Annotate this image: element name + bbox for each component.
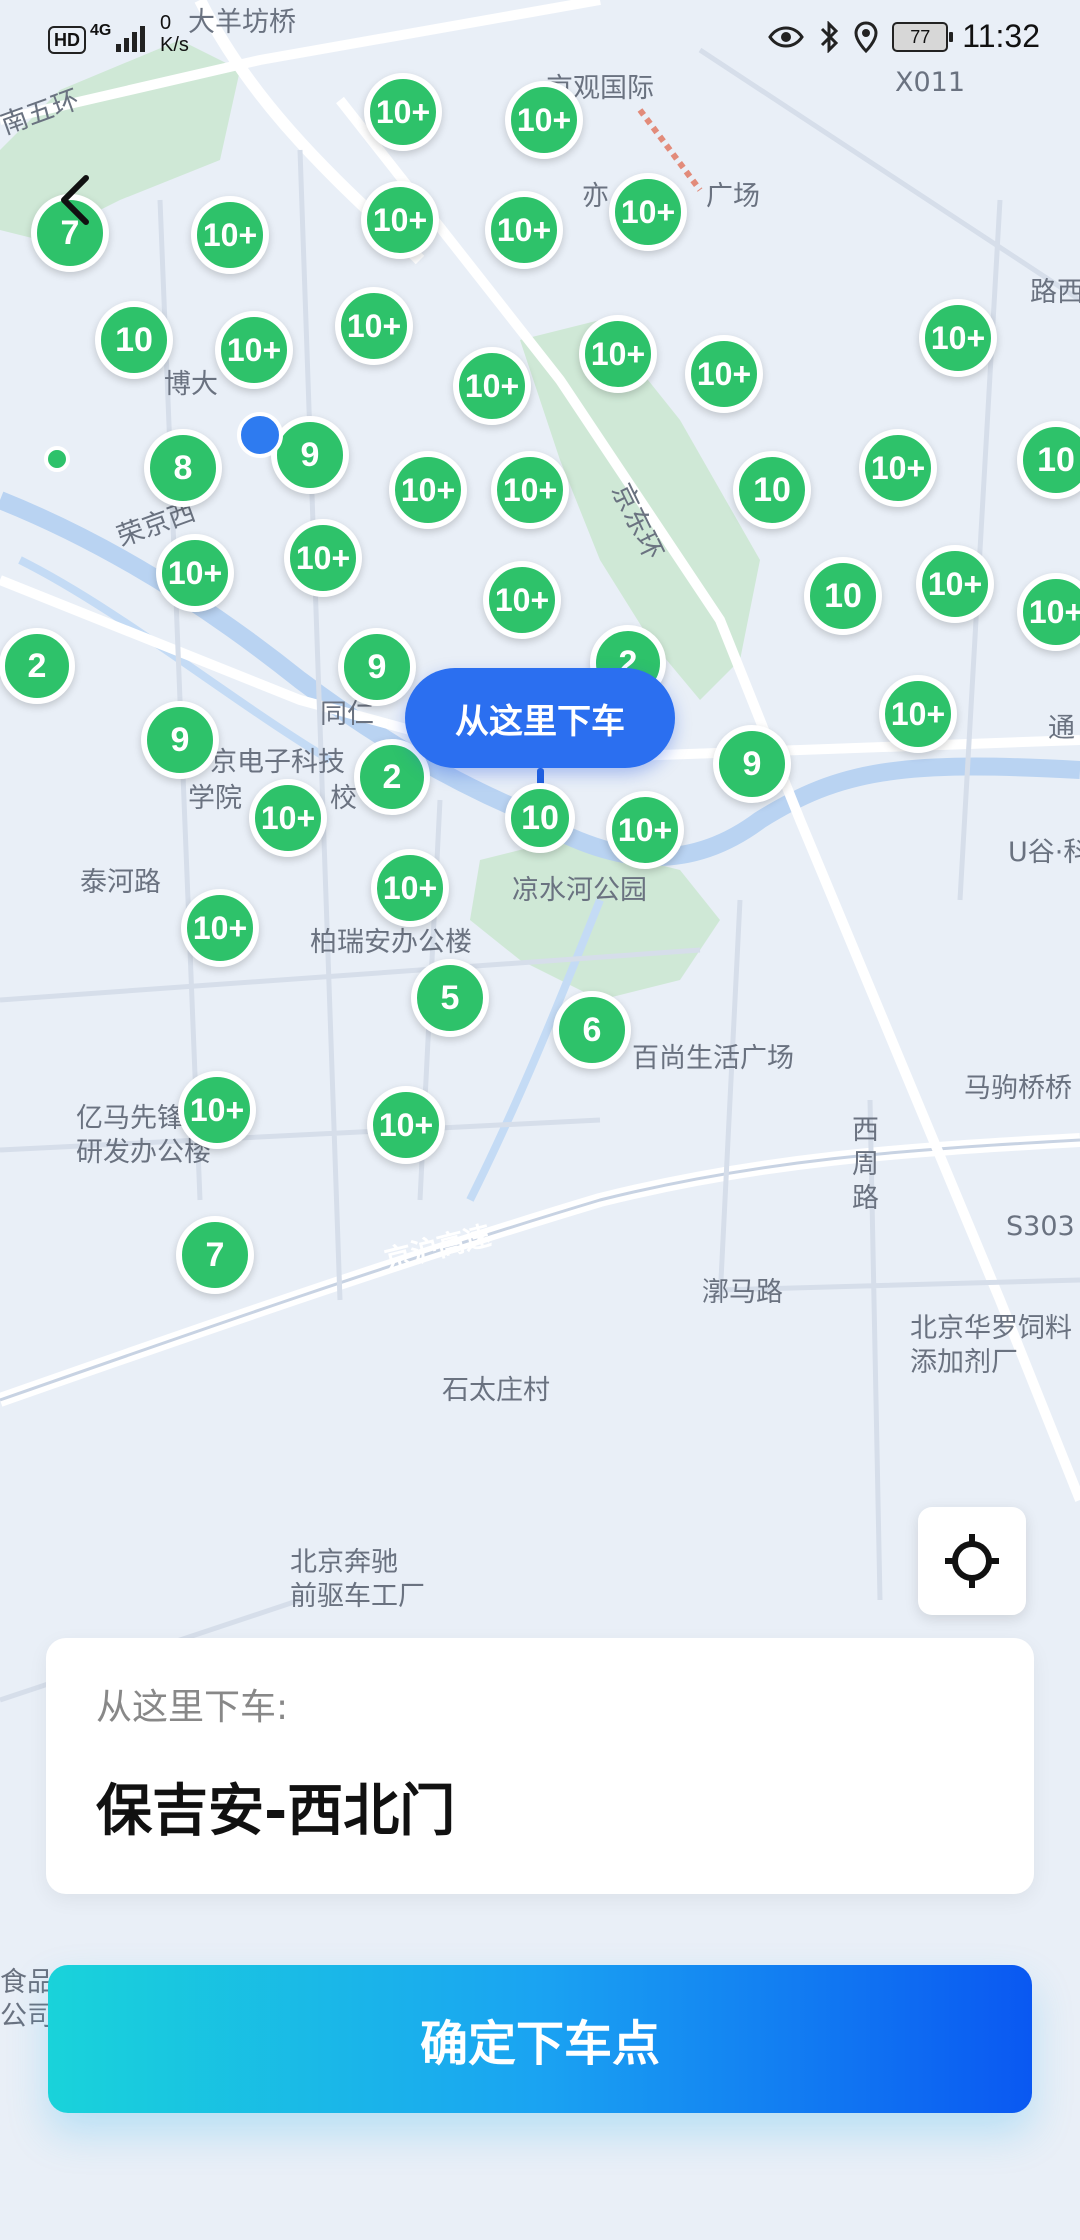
map-cluster[interactable]: 10+ xyxy=(916,545,994,623)
drop-off-label: 从这里下车: xyxy=(96,1687,289,1728)
map-label-bairuian: 柏瑞安办公楼 xyxy=(310,927,472,958)
map-cluster[interactable]: 5 xyxy=(411,959,489,1037)
map-cluster[interactable]: 7 xyxy=(176,1216,254,1294)
map-cluster[interactable]: 10+ xyxy=(249,779,327,857)
location-icon xyxy=(854,20,878,53)
map-cluster[interactable]: 10+ xyxy=(178,1071,256,1149)
map-cluster[interactable]: 9 xyxy=(271,416,349,494)
map-cluster[interactable]: 10+ xyxy=(505,81,583,159)
map-cluster[interactable]: 8 xyxy=(144,429,222,507)
map-label-majuqiao: 马驹桥桥 xyxy=(964,1073,1072,1104)
eye-icon xyxy=(768,26,805,47)
confirm-drop-off-button[interactable]: 确定下车点 xyxy=(48,1965,1032,2113)
network-speed-value: 0 xyxy=(160,12,172,34)
locate-button[interactable] xyxy=(918,1507,1026,1615)
back-arrow-icon[interactable] xyxy=(50,170,110,230)
network-type: 4G xyxy=(90,22,112,39)
status-right: 77 11:32 xyxy=(768,18,1040,55)
map-cluster[interactable]: 10+ xyxy=(453,347,531,425)
map-cluster[interactable]: 10+ xyxy=(367,1086,445,1164)
drop-off-tooltip: 从这里下车 xyxy=(405,668,675,768)
signal-icon xyxy=(116,26,145,52)
map-cluster[interactable]: 10 xyxy=(733,451,811,529)
map-label-yi: 亦 xyxy=(582,181,609,212)
network-speed: 0 K/s xyxy=(160,12,189,56)
map-cluster[interactable]: 10 xyxy=(804,557,882,635)
map-point-small[interactable] xyxy=(44,446,70,472)
map-label-tong: 通 xyxy=(1048,713,1075,744)
battery-icon: 77 xyxy=(892,21,954,52)
map-cluster[interactable]: 10+ xyxy=(483,561,561,639)
map-label-benchi: 北京奔驰 前驱车工厂 xyxy=(290,1547,425,1612)
map-label-guangchang: 广场 xyxy=(706,181,760,212)
network-speed-unit: K/s xyxy=(160,34,189,56)
map-label-ugu: U谷·科 xyxy=(1008,837,1080,868)
map-cluster[interactable]: 10+ xyxy=(919,299,997,377)
map-cluster[interactable]: 10+ xyxy=(609,173,687,251)
map-cluster[interactable]: 10+ xyxy=(364,73,442,151)
map-cluster[interactable]: 10+ xyxy=(606,791,684,869)
hd-indicator: HD xyxy=(48,26,86,54)
map-cluster[interactable]: 10+ xyxy=(181,889,259,967)
map-label-xizhoulu: 西 周 路 xyxy=(852,1115,879,1214)
map-cluster[interactable]: 10+ xyxy=(371,849,449,927)
map-label-baishang: 百尚生活广场 xyxy=(632,1043,794,1074)
map-label-boda: 博大 xyxy=(164,369,218,400)
bluetooth-icon xyxy=(821,20,839,53)
map-cluster[interactable]: 10+ xyxy=(191,196,269,274)
map-cluster[interactable]: 9 xyxy=(338,628,416,706)
map-label-shipin: 食品 公司 xyxy=(0,1967,54,2032)
map-cluster[interactable]: 10+ xyxy=(156,534,234,612)
map-cluster[interactable]: 10+ xyxy=(389,451,467,529)
map-cluster[interactable]: 10 xyxy=(95,301,173,379)
map-cluster[interactable]: 10+ xyxy=(485,191,563,269)
map-cluster[interactable]: 10+ xyxy=(859,429,937,507)
map-label-taihelu: 泰河路 xyxy=(80,867,161,898)
map-cluster[interactable]: 10+ xyxy=(879,675,957,753)
current-location-dot xyxy=(237,412,283,458)
map-label-shitaizhuang: 石太庄村 xyxy=(442,1375,550,1406)
map-cluster[interactable]: 10 xyxy=(505,783,575,853)
map-cluster[interactable]: 10+ xyxy=(361,181,439,259)
map-cluster[interactable]: 6 xyxy=(553,991,631,1069)
map-cluster[interactable]: 10+ xyxy=(579,315,657,393)
map-cluster[interactable]: 10+ xyxy=(491,451,569,529)
drop-off-card: 从这里下车: 保吉安-西北门 xyxy=(46,1638,1034,1894)
map-label-liangshuihe-park: 凉水河公园 xyxy=(512,875,647,906)
map-label-xiao: 校 xyxy=(330,783,357,814)
map-cluster[interactable]: 10+ xyxy=(685,335,763,413)
map-label-luxi: 路西 xyxy=(1030,277,1080,308)
map-label-huomalu: 漷马路 xyxy=(702,1277,783,1308)
drop-off-place: 保吉安-西北门 xyxy=(96,1779,456,1844)
map-label-dianzikeji: 京电子科技 xyxy=(210,747,345,778)
map-label-xueyuan: 学院 xyxy=(188,783,242,814)
map-cluster[interactable]: 10+ xyxy=(335,287,413,365)
clock: 11:32 xyxy=(962,18,1040,54)
map-cluster[interactable]: 10+ xyxy=(284,519,362,597)
map-cluster[interactable]: 9 xyxy=(141,701,219,779)
map-cluster[interactable]: 10+ xyxy=(215,311,293,389)
map-cluster[interactable]: 2 xyxy=(0,628,75,704)
map-cluster[interactable]: 9 xyxy=(713,725,791,803)
map-label-hualuo: 北京华罗饲料 添加剂厂 xyxy=(910,1313,1072,1378)
crosshair-icon xyxy=(945,1534,999,1588)
status-bar: HD 4G 0 K/s 77 11:32 xyxy=(0,0,1080,80)
map-label-s303: S303 xyxy=(1006,1211,1075,1242)
